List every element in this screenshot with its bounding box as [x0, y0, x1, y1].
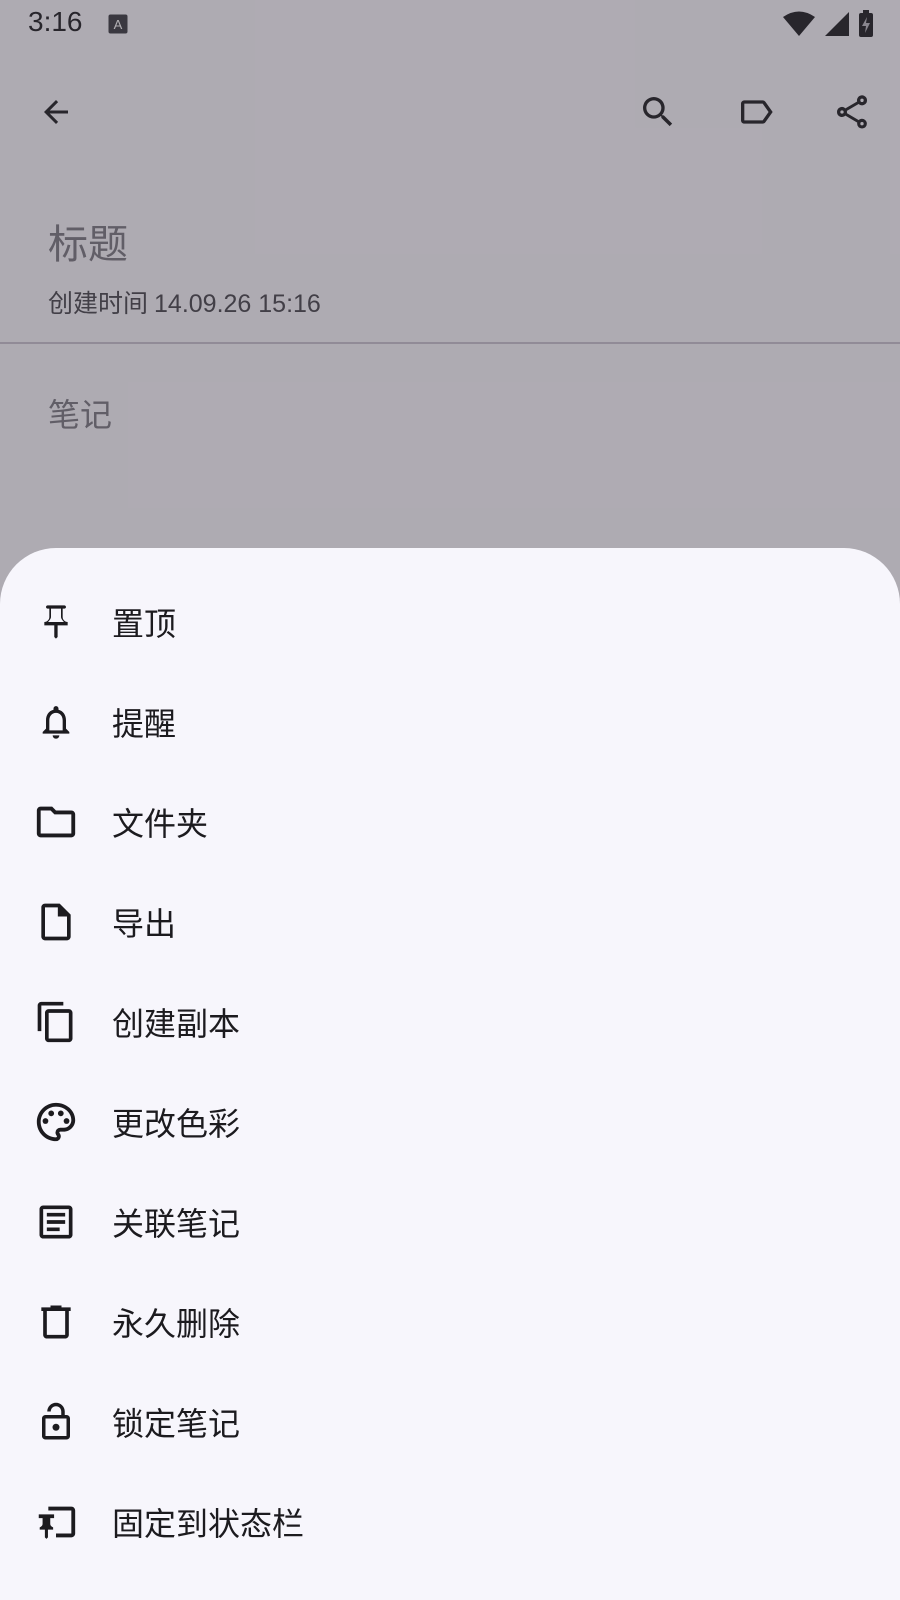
menu-item-label: 固定到状态栏	[112, 1505, 305, 1543]
file-icon	[32, 898, 80, 946]
palette-icon	[32, 1098, 80, 1146]
menu-item-label: 创建副本	[112, 1005, 241, 1043]
folder-icon	[32, 798, 80, 846]
lock-icon	[32, 1398, 80, 1446]
menu-item-label: 文件夹	[112, 805, 209, 843]
bell-icon	[32, 698, 80, 746]
menu-item-reminder[interactable]: 提醒	[0, 672, 900, 772]
menu-item-label: 更改色彩	[112, 1105, 241, 1143]
menu-item-linked-notes[interactable]: 关联笔记	[0, 1172, 900, 1272]
menu-item-label: 置顶	[112, 605, 177, 643]
note-link-icon	[32, 1198, 80, 1246]
menu-item-label: 提醒	[112, 705, 177, 743]
menu-item-pin-to-status-bar[interactable]: 固定到状态栏	[0, 1472, 900, 1572]
menu-item-duplicate[interactable]: 创建副本	[0, 972, 900, 1072]
menu-item-change-color[interactable]: 更改色彩	[0, 1072, 900, 1172]
pin-icon	[32, 598, 80, 646]
copy-icon	[32, 998, 80, 1046]
menu-item-label: 导出	[112, 905, 177, 943]
menu-item-delete-forever[interactable]: 永久删除	[0, 1272, 900, 1372]
menu-item-folder[interactable]: 文件夹	[0, 772, 900, 872]
menu-item-export[interactable]: 导出	[0, 872, 900, 972]
menu-item-lock-note[interactable]: 锁定笔记	[0, 1372, 900, 1472]
trash-icon	[32, 1298, 80, 1346]
pin-statusbar-icon	[32, 1498, 80, 1546]
note-options-bottom-sheet: 置顶 提醒 文件夹 导出 创建副本 更改色彩 关联笔记 永久删除 锁定笔记 固定…	[0, 548, 900, 1600]
menu-item-pin[interactable]: 置顶	[0, 572, 900, 672]
menu-item-label: 关联笔记	[112, 1205, 241, 1243]
menu-item-label: 锁定笔记	[112, 1405, 241, 1443]
menu-item-label: 永久删除	[112, 1305, 241, 1343]
